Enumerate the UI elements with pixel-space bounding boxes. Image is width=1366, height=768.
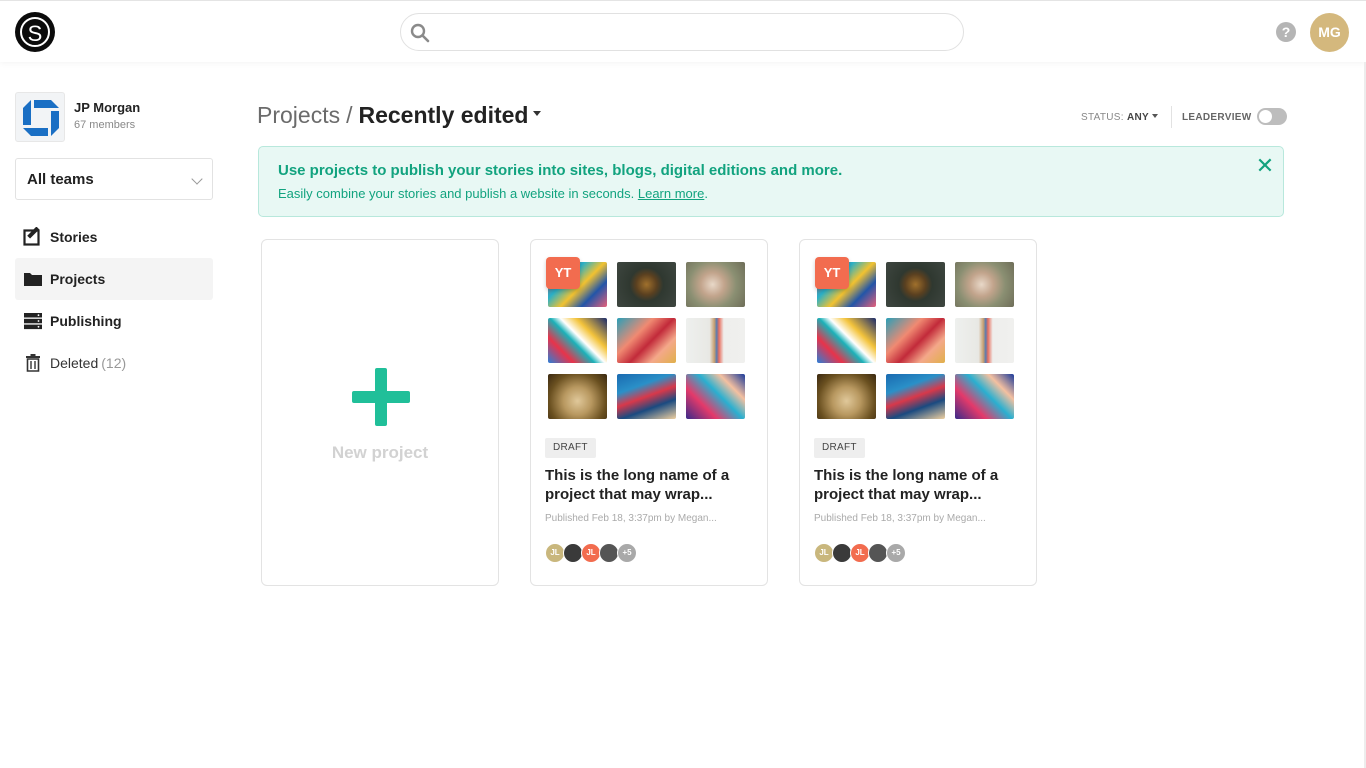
breadcrumb-root[interactable]: Projects — [257, 102, 340, 128]
sidebar-item-label: Deleted (12) — [50, 355, 126, 371]
status-filter-value: ANY — [1126, 112, 1149, 123]
caret-down-icon — [533, 111, 542, 117]
org-member-count: 67 members — [74, 119, 136, 131]
avatar — [832, 543, 852, 563]
thumbnail-image — [955, 262, 1014, 307]
search-input[interactable] — [439, 20, 949, 44]
thumbnail-image — [686, 318, 745, 363]
team-select[interactable]: All teams — [15, 158, 213, 200]
thumbnail-image — [686, 262, 745, 307]
folder-icon — [24, 273, 42, 286]
status-badge: DRAFT — [545, 438, 596, 458]
thumbnail-image — [886, 262, 945, 307]
status-badge: DRAFT — [814, 438, 865, 458]
sidebar-item-deleted[interactable]: Deleted (12) — [15, 342, 213, 384]
leaderview-toggle[interactable] — [1257, 108, 1287, 125]
trash-icon — [26, 354, 40, 372]
avatar — [868, 543, 888, 563]
sidebar-item-publishing[interactable]: Publishing — [15, 300, 213, 342]
avatar: JL — [850, 543, 870, 563]
thumbnail-image — [617, 262, 676, 307]
chevron-down-icon — [191, 173, 203, 185]
server-icon — [24, 313, 42, 330]
avatar: JL — [545, 543, 565, 563]
deleted-count: (12) — [101, 355, 127, 371]
thumbnail-image — [617, 374, 676, 419]
project-card[interactable]: YT DRAFT This is the long name of a proj… — [799, 239, 1037, 586]
status-filter[interactable]: STATUS: ANY — [1081, 112, 1158, 123]
logo-letter: S — [27, 21, 43, 46]
help-icon[interactable]: ? — [1276, 22, 1296, 42]
project-meta: Published Feb 18, 3:37pm by Megan... — [545, 513, 717, 524]
project-meta: Published Feb 18, 3:37pm by Megan... — [814, 513, 986, 524]
sort-dropdown[interactable]: Recently edited — [358, 102, 542, 128]
member-avatars: JL JL +5 — [545, 543, 665, 563]
thumbnail-image — [548, 374, 607, 419]
sidebar-item-label: Projects — [50, 271, 106, 287]
thumbnail-image — [817, 374, 876, 419]
close-icon[interactable]: ✕ — [1255, 155, 1275, 177]
thumbnail-image — [955, 318, 1014, 363]
sidebar-item-label: Stories — [50, 229, 98, 245]
info-banner: Use projects to publish your stories int… — [258, 146, 1284, 217]
edit-icon — [23, 227, 40, 246]
avatar: JL — [581, 543, 601, 563]
owner-badge: YT — [546, 257, 580, 289]
org-logo — [15, 92, 65, 142]
thumbnail-image — [886, 374, 945, 419]
thumbnail-image — [955, 374, 1014, 419]
breadcrumb: Projects / Recently edited — [257, 102, 542, 129]
banner-text: Easily combine your stories and publish … — [278, 186, 708, 201]
avatar — [563, 543, 583, 563]
breadcrumb-separator: / — [346, 102, 353, 128]
banner-title: Use projects to publish your stories int… — [278, 162, 843, 179]
sidebar-item-projects[interactable]: Projects — [15, 258, 213, 300]
thumbnail-image — [817, 318, 876, 363]
deleted-label: Deleted — [50, 355, 99, 371]
plus-icon — [352, 368, 410, 426]
avatar-overflow: +5 — [617, 543, 637, 563]
top-bar: S ? MG — [0, 0, 1366, 62]
team-select-label: All teams — [27, 171, 94, 188]
owner-badge: YT — [815, 257, 849, 289]
new-project-label: New project — [331, 443, 429, 462]
search-bar[interactable] — [400, 13, 964, 51]
banner-text-end: . — [704, 186, 708, 201]
org-name: JP Morgan — [74, 100, 141, 115]
new-project-card[interactable]: New project — [261, 239, 499, 586]
app-logo[interactable]: S — [15, 12, 55, 52]
page-title: Recently edited — [358, 102, 529, 128]
caret-down-icon — [1151, 114, 1158, 119]
avatar — [599, 543, 619, 563]
banner-text-body: Easily combine your stories and publish … — [278, 186, 638, 201]
user-avatar[interactable]: MG — [1310, 13, 1349, 52]
divider — [1171, 106, 1172, 128]
learn-more-link[interactable]: Learn more — [638, 186, 704, 201]
avatar-overflow: +5 — [886, 543, 906, 563]
sidebar-item-stories[interactable]: Stories — [15, 216, 213, 258]
thumbnail-image — [886, 318, 945, 363]
search-icon — [410, 23, 430, 43]
leaderview-label: LEADERVIEW — [1182, 112, 1252, 123]
project-card[interactable]: YT DRAFT This is the long name of a proj… — [530, 239, 768, 586]
status-filter-label: STATUS: — [1081, 112, 1124, 123]
thumbnail-image — [686, 374, 745, 419]
avatar: JL — [814, 543, 834, 563]
thumbnail-image — [548, 318, 607, 363]
project-title[interactable]: This is the long name of a project that … — [545, 466, 745, 504]
thumbnail-image — [617, 318, 676, 363]
sidebar-item-label: Publishing — [50, 313, 122, 329]
project-title[interactable]: This is the long name of a project that … — [814, 466, 1014, 504]
member-avatars: JL JL +5 — [814, 543, 934, 563]
toggle-knob — [1259, 110, 1272, 123]
chase-logo-icon — [23, 100, 59, 136]
